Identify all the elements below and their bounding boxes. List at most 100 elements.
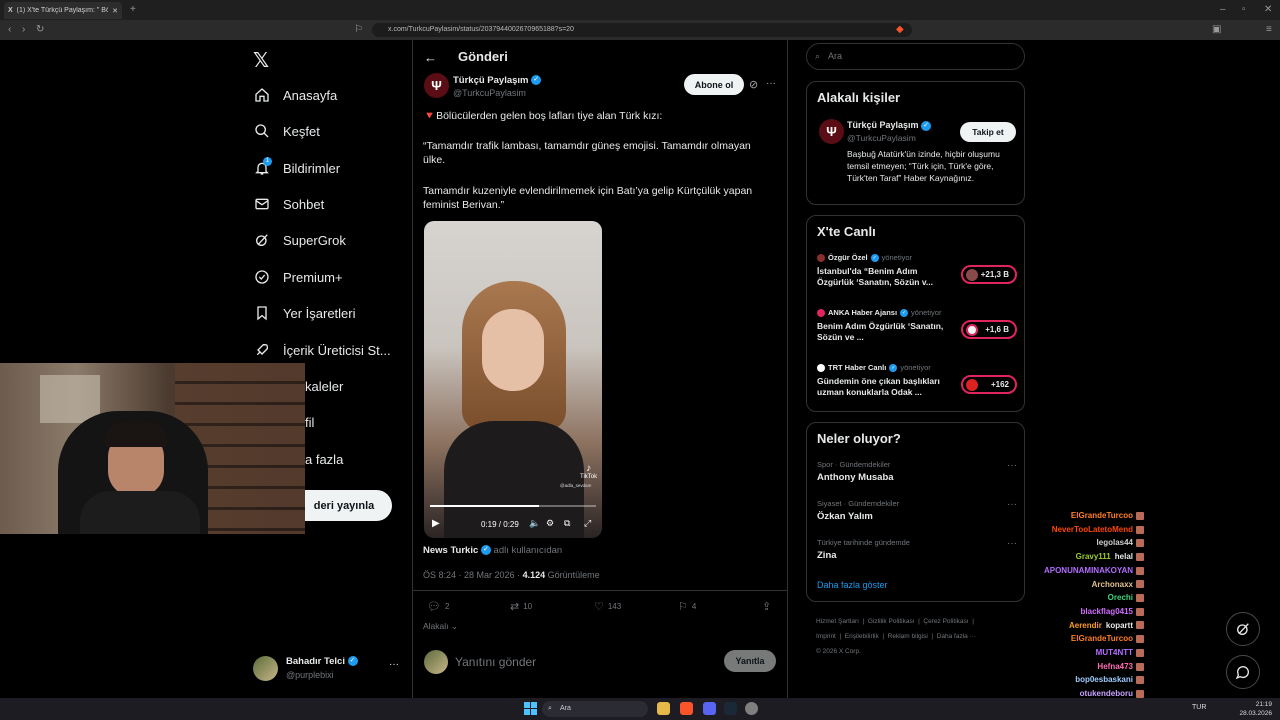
play-icon[interactable]: ▶ — [432, 518, 440, 529]
chat-username[interactable]: Hefna473 — [1097, 662, 1133, 671]
x-logo[interactable]: 𝕏 — [253, 48, 269, 73]
tweet-more-icon[interactable]: ··· — [766, 78, 776, 89]
discord-icon[interactable] — [703, 702, 716, 715]
trend-item[interactable]: Spor · Gündemdekiler Anthony Musaba ··· — [817, 460, 1017, 483]
show-more-link[interactable]: Daha fazla göster — [817, 580, 888, 590]
account-switcher[interactable]: Bahadır Telci ✓ @purplebixi ··· — [253, 655, 403, 681]
chat-username[interactable]: otukendeboru — [1080, 689, 1133, 698]
fullscreen-icon[interactable]: ⤢ — [584, 518, 591, 529]
bookmark-action[interactable]: ⚐ 4 — [678, 600, 696, 613]
obs-icon[interactable] — [745, 702, 758, 715]
chat-username[interactable]: APONUNAMINAKOYAN — [1044, 566, 1133, 575]
chat-username[interactable]: blackflag0415 — [1081, 607, 1133, 616]
language-indicator[interactable]: TUR — [1192, 704, 1206, 711]
follow-button[interactable]: Takip et — [960, 122, 1016, 142]
grok-fab[interactable] — [1226, 612, 1260, 646]
divider — [412, 590, 788, 591]
related-name[interactable]: Türkçü Paylaşım ✓ — [847, 120, 932, 131]
search-input[interactable]: ⌕ Ara — [806, 43, 1025, 70]
footer-link[interactable]: Hizmet Şartları — [816, 618, 859, 625]
footer-link[interactable]: Daha fazla ··· — [937, 633, 976, 640]
nav-notifications[interactable]: 1 Bildirimler — [253, 155, 340, 181]
nav-chat[interactable]: Sohbet — [253, 191, 324, 217]
chat-username[interactable]: legolas44 — [1097, 538, 1133, 547]
chat-username[interactable]: Gravy111 — [1076, 552, 1111, 561]
close-tab-icon[interactable]: ✕ — [112, 7, 118, 15]
live-item[interactable]: ANKA Haber Ajansı ✓ yönetiyor Benim Adım Ö… — [817, 308, 1017, 343]
trend-item[interactable]: Türkiye tarihinde gündemde Zina ··· — [817, 538, 1017, 561]
footer-link[interactable]: Reklam bilgisi — [888, 633, 928, 640]
chat-username[interactable]: ElGrandeTurcoo — [1071, 634, 1133, 643]
trend-more-icon[interactable]: ··· — [1007, 499, 1017, 510]
nav-supergrok[interactable]: SuperGrok — [253, 227, 346, 253]
share-action[interactable]: ⇪ — [762, 600, 771, 613]
author-avatar[interactable]: Ψ — [424, 73, 449, 98]
grok-explain-icon[interactable]: ⊘ — [749, 78, 758, 91]
chat-username[interactable]: Orechi — [1108, 593, 1133, 602]
taskbar-search[interactable]: ⌕ Ara — [542, 701, 648, 717]
new-tab-icon[interactable]: + — [130, 5, 136, 15]
chat-username[interactable]: MUT4NTT — [1096, 648, 1133, 657]
back-arrow-icon[interactable]: ← — [424, 50, 437, 65]
settings-icon[interactable]: ⚙ — [546, 518, 554, 529]
footer-link[interactable]: Gizlilik Politikası — [868, 618, 915, 625]
nav-profile[interactable]: fil — [305, 409, 314, 435]
chat-username[interactable]: NeverTooLatetoMend — [1052, 525, 1133, 534]
tweet-timestamp[interactable]: ÖS 8:24 · 28 Mar 2026 · — [423, 570, 520, 580]
brave-shield-icon[interactable]: ◆ — [896, 25, 904, 35]
source-name[interactable]: News Turkic — [423, 545, 478, 556]
menu-icon[interactable]: ≡ — [1266, 25, 1272, 35]
windows-start-icon[interactable] — [524, 702, 537, 715]
maximize-icon[interactable]: ▫ — [1242, 5, 1246, 15]
subscribe-button[interactable]: Abone ol — [684, 74, 744, 95]
more-icon[interactable]: ··· — [389, 659, 399, 670]
file-explorer-icon[interactable] — [657, 702, 670, 715]
reply-action[interactable]: 💬︎ 2 — [427, 600, 449, 613]
nav-articles[interactable]: kaleler — [305, 373, 343, 399]
repost-action[interactable]: ⇄ 10 — [510, 600, 532, 613]
bookmark-page-icon[interactable]: ⚐ — [354, 25, 363, 35]
chat-username[interactable]: Archonaxx — [1092, 580, 1133, 589]
trend-more-icon[interactable]: ··· — [1007, 538, 1017, 549]
clock[interactable]: 21:19 28.03.2026 — [1236, 700, 1272, 718]
steam-icon[interactable] — [724, 702, 737, 715]
live-item[interactable]: TRT Haber Canlı ✓ yönetiyor Gündemin öne ç… — [817, 363, 1017, 398]
minimize-icon[interactable]: – — [1220, 5, 1226, 15]
related-avatar[interactable]: Ψ — [819, 119, 844, 144]
tweet-video[interactable]: ♪ TikTok @adla_sevdam ▶ 0:19 / 0:29 🔈 ⚙ ⧉… — [424, 221, 602, 538]
relevance-dropdown[interactable]: Alakalı ⌄ — [423, 621, 458, 632]
nav-premium[interactable]: Premium+ — [253, 264, 343, 290]
back-icon[interactable]: ‹ — [8, 25, 11, 35]
chat-username[interactable]: ElGrandeTurcoo — [1071, 511, 1133, 520]
author-name[interactable]: Türkçü Paylaşım ✓ — [453, 75, 542, 86]
close-window-icon[interactable]: ✕ — [1264, 5, 1272, 15]
forward-icon[interactable]: › — [22, 25, 25, 35]
live-item[interactable]: Özgür Özel ✓ yönetiyor İstanbul'da “Benim … — [817, 253, 1017, 288]
pip-icon[interactable]: ⧉ — [564, 518, 570, 529]
nav-home[interactable]: Anasayfa — [253, 82, 337, 108]
nav-bookmarks[interactable]: Yer İşaretleri — [253, 300, 356, 326]
footer-link[interactable]: Imprint — [816, 633, 836, 640]
author-handle[interactable]: @TurkcuPaylasim — [453, 88, 526, 98]
chat-username[interactable]: Aerendir — [1069, 621, 1102, 630]
footer-link[interactable]: Erişilebilirlik — [845, 633, 879, 640]
brave-browser-icon[interactable] — [680, 702, 693, 715]
trend-item[interactable]: Siyaset · Gündemdekiler Özkan Yalım ··· — [817, 499, 1017, 522]
reply-button[interactable]: Yanıtla — [724, 650, 776, 672]
extensions-icon[interactable]: ▣ — [1212, 25, 1221, 35]
nav-creator-studio[interactable]: İçerik Üreticisi St... — [253, 337, 391, 363]
footer-link[interactable]: Çerez Politikası — [923, 618, 968, 625]
browser-tab[interactable]: X (1) X'te Türkçü Paylaşım: " Böl ✕ — [4, 2, 122, 19]
trend-more-icon[interactable]: ··· — [1007, 460, 1017, 471]
video-source: News Turkic ✓ adlı kullanıcıdan — [423, 545, 562, 556]
video-progress-track[interactable] — [430, 505, 596, 507]
reload-icon[interactable]: ↻ — [36, 25, 44, 35]
chat-username[interactable]: bop0esbaskani — [1075, 675, 1133, 684]
url-field[interactable]: x.com/TurkcuPaylasim/status/203794400267… — [372, 23, 912, 37]
like-action[interactable]: ♡ 143 — [594, 600, 621, 613]
volume-icon[interactable]: 🔈 — [529, 518, 540, 529]
nav-explore[interactable]: Keşfet — [253, 118, 320, 144]
reply-input[interactable]: Yanıtını gönder — [455, 655, 536, 669]
nav-more[interactable]: a fazla — [305, 446, 343, 472]
messages-fab[interactable] — [1226, 655, 1260, 689]
